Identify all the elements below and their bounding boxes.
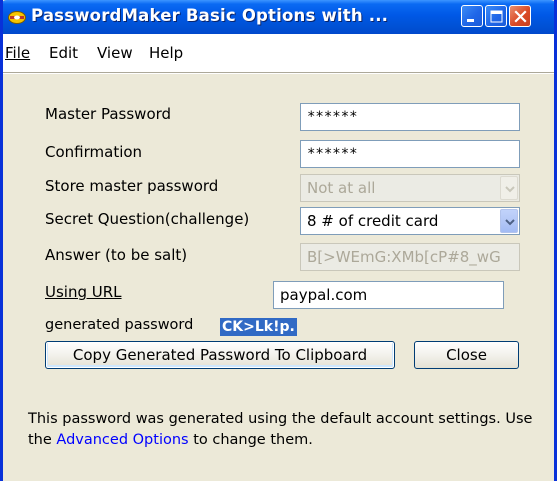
footer-note: This password was generated using the de… [28,409,548,451]
minimize-icon [467,19,474,22]
secret-question-value: 8 # of credit card [307,212,439,230]
maximize-icon [490,10,503,23]
footer-text-end: to change them. [188,432,313,448]
store-master-password-label: Store master password [45,177,219,195]
copy-password-label: Copy Generated Password To Clipboard [72,346,368,364]
close-button[interactable]: Close [414,341,519,369]
minimize-button[interactable] [461,5,483,27]
menu-bar: File Edit View Help [3,34,554,74]
copy-password-button[interactable]: Copy Generated Password To Clipboard [45,341,395,369]
window-title: PasswordMaker Basic Options with ... [31,6,389,25]
answer-label: Answer (to be salt) [45,246,188,264]
title-bar[interactable]: PasswordMaker Basic Options with ... [3,0,554,34]
using-url-input[interactable]: paypal.com [273,281,504,309]
maximize-button[interactable] [485,5,507,27]
passwordmaker-icon [8,9,26,24]
master-password-label: Master Password [45,105,172,123]
master-password-input[interactable]: ****** [300,103,520,131]
menu-separator [3,72,554,74]
chevron-down-icon [500,209,518,233]
using-url-label: Using URL [45,283,122,301]
confirmation-label: Confirmation [45,143,143,161]
close-icon [514,10,527,23]
secret-question-select[interactable]: 8 # of credit card [300,207,520,235]
menu-help[interactable]: Help [149,44,183,62]
menu-view[interactable]: View [97,44,133,62]
generated-password-label: generated password [45,317,194,333]
advanced-options-link[interactable]: Advanced Options [56,432,188,448]
close-label: Close [446,346,487,364]
secret-question-label: Secret Question(challenge) [45,210,250,228]
chevron-down-icon [500,176,518,200]
generated-password-value[interactable]: CK>Lk!p. [220,318,297,336]
store-master-password-value: Not at all [307,179,376,197]
store-master-password-select[interactable]: Not at all [300,174,520,202]
confirmation-input[interactable]: ****** [300,140,520,168]
answer-input[interactable]: B[>WEmG:XMb[cP#8_wG [300,243,520,271]
menu-file[interactable]: File [5,44,30,62]
close-window-button[interactable] [509,5,531,27]
options-window: PasswordMaker Basic Options with ... Fil… [0,0,557,481]
menu-edit[interactable]: Edit [49,44,78,62]
